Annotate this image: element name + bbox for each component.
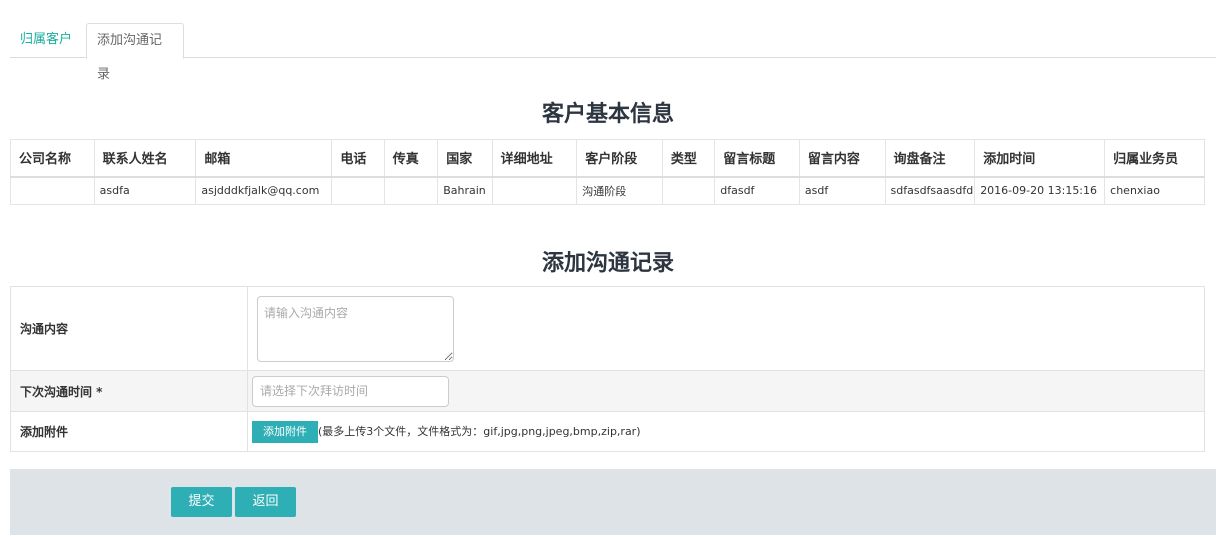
col-type: 类型 xyxy=(661,139,716,178)
attachment-hint: (最多上传3个文件，文件格式为：gif,jpg,png,jpeg,bmp,zip… xyxy=(318,424,641,438)
action-bar: 提交 返回 xyxy=(10,469,1216,535)
cell-company xyxy=(10,176,95,205)
cell-type xyxy=(661,176,716,205)
col-phone: 电话 xyxy=(331,139,385,178)
col-salesperson: 归属业务员 xyxy=(1104,139,1205,178)
cell-message-title: dfasdf xyxy=(714,176,800,205)
col-company: 公司名称 xyxy=(10,139,95,178)
attach-cell: 添加附件 (最多上传3个文件，文件格式为：gif,jpg,png,jpeg,bmp… xyxy=(247,411,1205,452)
col-inquiry-note: 询盘备注 xyxy=(884,139,976,178)
cell-salesperson: chenxiao xyxy=(1104,176,1205,205)
content-label: 沟通内容 xyxy=(10,286,248,371)
cell-added-time: 2016-09-20 13:15:16 xyxy=(974,176,1106,205)
info-section-title: 客户基本信息 xyxy=(541,102,674,127)
cell-country: Bahrain xyxy=(437,176,493,205)
cell-stage: 沟通阶段 xyxy=(576,176,663,205)
cell-inquiry-note: sdfasdfsaasdfd xyxy=(884,176,976,205)
col-added-time: 添加时间 xyxy=(974,139,1106,178)
tab-bar: 归属客户 添加沟通记录 xyxy=(10,23,1216,82)
form-section-title: 添加沟通记录 xyxy=(541,251,674,276)
col-email: 邮箱 xyxy=(195,139,333,178)
col-country: 国家 xyxy=(437,139,493,178)
cell-address xyxy=(491,176,578,205)
cell-message-content: asdf xyxy=(798,176,886,205)
form-row-content: 沟通内容 xyxy=(10,286,1205,371)
next-time-label: 下次沟通时间 * xyxy=(10,370,248,412)
form-row-attachment: 添加附件 添加附件 (最多上传3个文件，文件格式为：gif,jpg,png,jpe… xyxy=(10,411,1205,452)
col-message-title: 留言标题 xyxy=(714,139,800,178)
cell-phone xyxy=(331,176,385,205)
communication-form: 沟通内容 下次沟通时间 * 添加附件 添加附件(最多上传3个文件，文件格式为：g… xyxy=(10,286,1205,452)
communication-content-textarea[interactable] xyxy=(257,295,454,362)
col-message-content: 留言内容 xyxy=(798,139,886,178)
col-stage: 客户阶段 xyxy=(576,139,663,178)
col-fax: 传真 xyxy=(383,139,439,178)
cell-contact-name: asdfa xyxy=(93,176,197,205)
table-row: asdfa asjdddkfjalk@qq.com Bahrain 沟通阶段 d… xyxy=(10,176,1205,205)
customer-info-table: 公司名称 联系人姓名 邮箱 电话 传真 国家 详细地址 客户阶段 类型 留言标题… xyxy=(10,139,1205,205)
submit-button[interactable]: 提交 xyxy=(171,487,232,517)
tab-add-communication[interactable]: 添加沟通记录 xyxy=(86,23,184,82)
tab-customer[interactable]: 归属客户 xyxy=(10,23,82,58)
content-cell xyxy=(247,286,1205,371)
back-button[interactable]: 返回 xyxy=(235,487,296,517)
cell-fax xyxy=(383,176,439,205)
add-attachment-button[interactable]: 添加附件 xyxy=(252,420,318,443)
next-time-input[interactable] xyxy=(252,375,449,407)
cell-email: asjdddkfjalk@qq.com xyxy=(195,176,333,205)
form-row-next-time: 下次沟通时间 * xyxy=(10,370,1205,412)
table-header-row: 公司名称 联系人姓名 邮箱 电话 传真 国家 详细地址 客户阶段 类型 留言标题… xyxy=(10,139,1205,178)
next-time-cell xyxy=(247,370,1205,412)
attach-label: 添加附件 xyxy=(10,411,248,452)
col-address: 详细地址 xyxy=(491,139,578,178)
col-contact-name: 联系人姓名 xyxy=(93,139,197,178)
